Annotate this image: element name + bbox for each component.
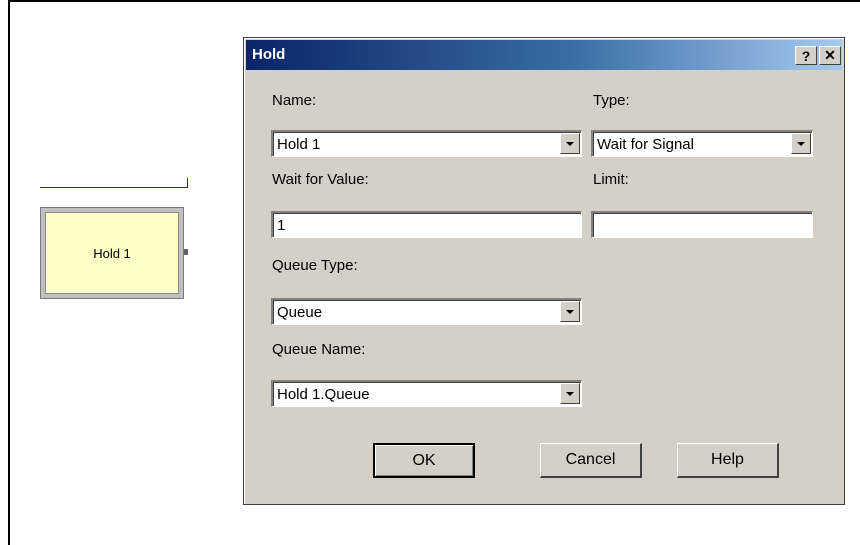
hold-dialog: Hold ? ✕ Name: Hold 1 Type: Wait for Sig… <box>243 37 845 505</box>
ok-button[interactable]: OK <box>373 443 475 478</box>
queue-name-label: Queue Name: <box>272 341 366 358</box>
module-connector-tick <box>187 178 188 188</box>
type-label: Type: <box>593 92 630 109</box>
queue-type-dropdown-button[interactable] <box>560 301 580 322</box>
canvas-border-left <box>8 0 10 545</box>
wait-for-value-input[interactable]: 1 <box>271 211 582 238</box>
type-dropdown-button[interactable] <box>791 133 811 154</box>
name-dropdown[interactable]: Hold 1 <box>271 130 582 157</box>
limit-label: Limit: <box>593 171 629 188</box>
name-value: Hold 1 <box>277 136 321 153</box>
close-icon[interactable]: ✕ <box>819 46 841 65</box>
dialog-titlebar[interactable]: Hold ? ✕ <box>246 40 842 70</box>
queue-type-dropdown[interactable]: Queue <box>271 298 582 325</box>
name-dropdown-button[interactable] <box>560 133 580 154</box>
dialog-title: Hold <box>252 46 286 63</box>
chevron-down-icon <box>566 141 574 146</box>
queue-type-value: Queue <box>277 304 323 321</box>
type-dropdown[interactable]: Wait for Signal <box>591 130 813 157</box>
help-button[interactable]: Help <box>677 443 779 478</box>
queue-name-value: Hold 1.Queue <box>277 386 370 403</box>
hold-module[interactable]: Hold 1 <box>40 207 184 299</box>
type-value: Wait for Signal <box>597 136 694 153</box>
module-connector-line <box>40 187 188 188</box>
limit-input[interactable] <box>591 211 813 238</box>
chevron-down-icon <box>566 391 574 396</box>
module-exit-port[interactable] <box>184 249 188 255</box>
name-label: Name: <box>272 92 317 109</box>
chevron-down-icon <box>566 309 574 314</box>
wait-for-value-label: Wait for Value: <box>272 171 369 188</box>
queue-name-dropdown-button[interactable] <box>560 383 580 404</box>
hold-module-label: Hold 1 <box>45 212 179 294</box>
cancel-button[interactable]: Cancel <box>540 443 642 478</box>
queue-type-label: Queue Type: <box>272 257 358 274</box>
queue-name-dropdown[interactable]: Hold 1.Queue <box>271 380 582 407</box>
help-icon[interactable]: ? <box>795 46 817 65</box>
chevron-down-icon <box>797 141 805 146</box>
canvas-border-top <box>8 0 860 2</box>
wait-for-value-value: 1 <box>277 217 286 234</box>
